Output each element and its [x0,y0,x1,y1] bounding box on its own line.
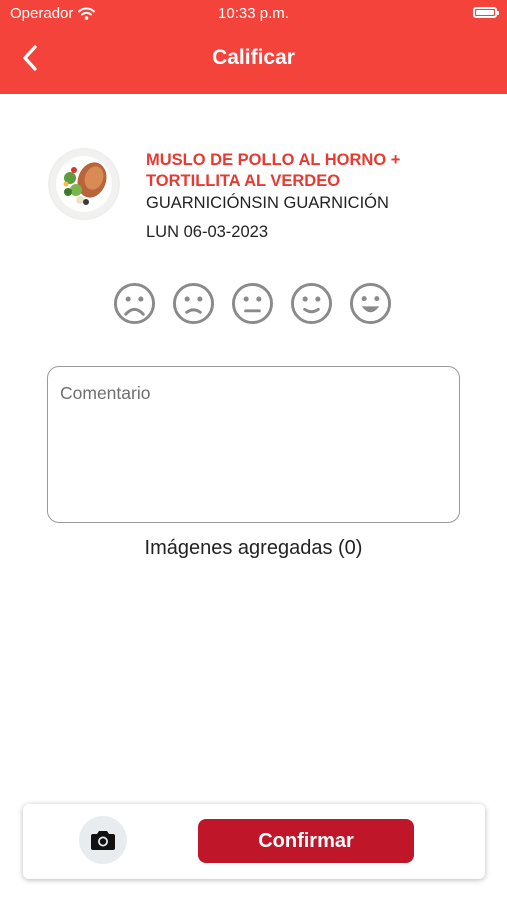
neutral-face-icon[interactable] [231,282,274,325]
rating-faces [113,282,392,325]
slight-smile-face-icon[interactable] [290,282,333,325]
battery-icon [473,7,499,18]
very-sad-face-icon[interactable] [113,282,156,325]
images-added-label: Imágenes agregadas (0) [144,537,363,559]
page-title: Calificar [212,46,295,69]
status-time: 10:33 p.m. [218,5,289,22]
camera-button[interactable] [79,816,127,864]
comment-box [47,366,460,523]
dish-garnish: GUARNICIÓNSIN GUARNICIÓN [146,194,389,212]
happy-face-icon[interactable] [349,282,392,325]
comment-input[interactable] [60,383,445,508]
camera-icon [91,831,115,850]
dish-info: MUSLO DE POLLO AL HORNO + TORTILLITA AL … [146,150,446,243]
confirm-button[interactable]: Confirmar [198,819,414,863]
dish-image [50,150,118,218]
app-header: Operador 10:33 p.m. Calificar [0,0,507,94]
action-footer: Confirmar [23,804,485,879]
dish-date: LUN 06-03-2023 [146,223,268,241]
dish-name: MUSLO DE POLLO AL HORNO + TORTILLITA AL … [146,151,401,190]
status-bar: Operador 10:33 p.m. [0,0,507,28]
sad-face-icon[interactable] [172,282,215,325]
